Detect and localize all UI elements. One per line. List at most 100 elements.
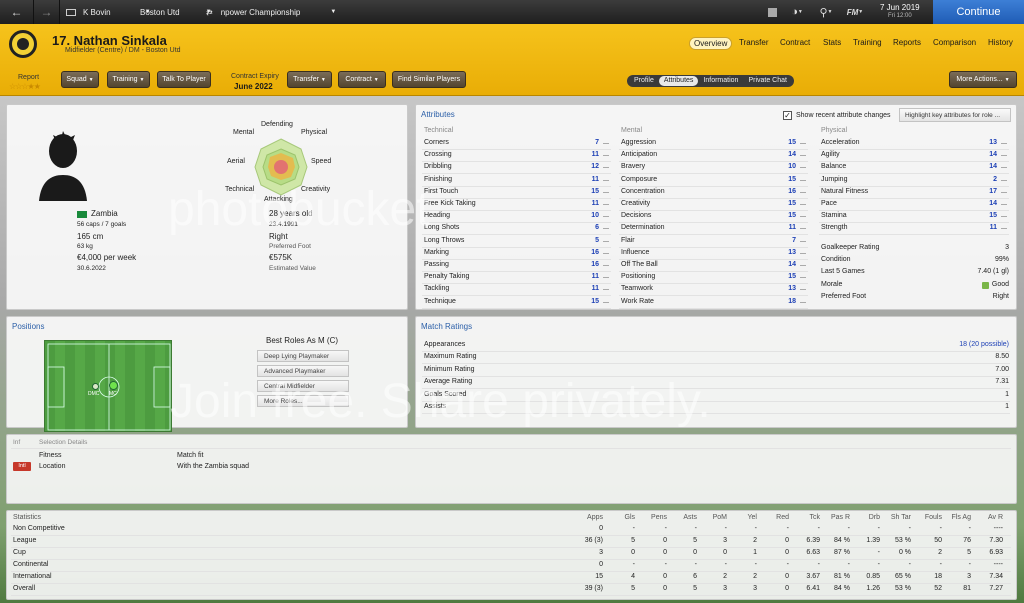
attribute-value: 11 (591, 273, 599, 281)
attribute-name: Penalty Taking (424, 273, 470, 281)
subtab-attributes[interactable]: Attributes (658, 76, 699, 86)
rating-divider (422, 413, 1010, 414)
statistics-panel: Statistics Apps Gls Pens Asts PoM Yel Red Tck Pa… (6, 510, 1017, 600)
tab-selection-details[interactable]: Selection Details (39, 439, 87, 446)
game-date: 7 Jun 2019 (880, 3, 920, 12)
international-badge: Intl (13, 462, 31, 471)
attribute-divider (619, 185, 808, 187)
attribute-divider (619, 307, 808, 309)
extra-stat-value: 99% (994, 256, 1009, 264)
date-of-birth: 23.4.1991 (269, 221, 298, 228)
stats-row-name: Non Competitive (13, 525, 65, 532)
inbox-icon[interactable] (765, 0, 779, 24)
attribute-name: Work Rate (621, 297, 654, 305)
attribute-trend-icon (603, 265, 609, 266)
forward-button[interactable]: → (34, 0, 60, 24)
chevron-down-icon: ▼ (320, 76, 326, 83)
tab-training[interactable]: Training (853, 38, 882, 47)
fm-menu-button[interactable]: FM ▼ (842, 0, 868, 24)
subtab-information[interactable]: Information (698, 76, 743, 86)
attribute-divider (819, 210, 1009, 211)
preferred-foot: Right (269, 232, 288, 241)
transfer-button[interactable]: Transfer ▼ (287, 71, 332, 88)
attribute-value: 13 (788, 285, 796, 293)
training-button[interactable]: Training ▼ (107, 71, 150, 88)
subtab-private-chat[interactable]: Private Chat (743, 76, 792, 86)
attribute-name: Teamwork (621, 285, 653, 293)
globe-icon[interactable]: ◑ ▼ (785, 0, 809, 24)
player-header: 17. Nathan Sinkala Midfielder (Centre) /… (0, 24, 1024, 96)
estimated-value: €575K (269, 253, 293, 262)
stats-column-header[interactable]: Av R (963, 514, 1003, 521)
attribute-name: Long Shots (424, 224, 460, 232)
tab-history[interactable]: History (988, 38, 1013, 47)
find-similar-players-button[interactable]: Find Similar Players (392, 71, 466, 88)
club-select[interactable]: Boston Utd ▼ (140, 0, 212, 24)
tab-info[interactable]: Inf (13, 439, 20, 446)
stats-row-divider (11, 571, 1011, 572)
tab-reports[interactable]: Reports (893, 38, 921, 47)
chevron-down-icon: ▼ (139, 76, 145, 83)
more-actions-button[interactable]: More Actions... ▼ (949, 71, 1017, 88)
stats-row-divider (11, 559, 1011, 560)
talk-to-player-button[interactable]: Talk To Player (157, 71, 211, 88)
checkbox-icon[interactable]: ✓ (783, 111, 792, 120)
role-advanced-playmaker[interactable]: Advanced Playmaker (257, 365, 349, 377)
attribute-name: Strength (821, 224, 848, 232)
manager-select[interactable]: K Bovin ▼ (66, 0, 151, 24)
tab-stats[interactable]: Stats (823, 38, 841, 47)
attribute-divider (422, 210, 611, 211)
back-button[interactable]: ← (0, 0, 34, 24)
attribute-name: Natural Fitness (821, 187, 869, 195)
tab-comparison[interactable]: Comparison (933, 38, 976, 47)
rating-name: Assists (424, 403, 447, 410)
tab-contract[interactable]: Contract (780, 38, 810, 47)
extra-stat-value: 3 (1005, 244, 1009, 251)
attribute-trend-icon (1001, 167, 1007, 169)
role-central-midfielder[interactable]: Central Midfielder (257, 380, 349, 392)
attribute-value: 18 (788, 297, 796, 305)
fitness-label: Fitness (39, 452, 62, 459)
forward-arrow-icon: → (40, 5, 53, 19)
attribute-value: 15 (788, 200, 796, 207)
attribute-trend-icon (800, 301, 806, 303)
tab-overview[interactable]: Overview (689, 37, 733, 50)
attribute-trend-icon (800, 228, 806, 230)
attribute-divider (422, 258, 611, 260)
international-caps: 56 caps / 7 goals (77, 221, 127, 228)
attribute-divider (619, 197, 808, 199)
show-changes-label[interactable]: Show recent attribute changes (796, 112, 891, 119)
attribute-trend-icon (603, 289, 609, 291)
contract-button[interactable]: Contract ▼ (338, 71, 386, 88)
rating-divider (422, 351, 1010, 352)
more-roles-button[interactable]: More Roles... (257, 395, 349, 407)
continue-button[interactable]: Continue (933, 0, 1024, 24)
attribute-trend-icon (603, 155, 609, 157)
zambia-flag-icon (77, 211, 87, 218)
attribute-divider (422, 246, 611, 248)
rating-value[interactable]: 18 (20 possible) (896, 341, 1009, 348)
stats-cell: 6.93 (989, 549, 1003, 556)
top-bar: ← → K Bovin ▼ Boston Utd ▼ ⇄ npower Cham… (0, 0, 1024, 24)
attribute-divider (422, 295, 611, 297)
attribute-divider (422, 161, 611, 163)
attribute-trend-icon (603, 179, 609, 181)
search-icon[interactable]: ⚲ ▼ (814, 0, 838, 24)
nationality[interactable]: Zambia (91, 209, 118, 218)
role-deep-lying-playmaker[interactable]: Deep Lying Playmaker (257, 350, 349, 362)
subtab-profile[interactable]: Profile (629, 76, 659, 86)
attribute-name: Creativity (621, 200, 651, 207)
league-select[interactable]: ⇄ npower Championship ▼ (206, 0, 336, 24)
attribute-trend-icon (800, 252, 806, 254)
attribute-trend-icon (800, 216, 806, 218)
highlight-role-select[interactable]: Highlight key attributes for role ... (899, 108, 1011, 122)
position-label-dmc: DMC (88, 391, 100, 397)
attribute-value: 11 (788, 224, 796, 232)
squad-button[interactable]: Squad ▼ (61, 71, 99, 88)
attribute-value: 11 (989, 224, 997, 232)
attribute-divider (619, 222, 808, 224)
tab-transfer[interactable]: Transfer (739, 38, 769, 47)
attribute-value: 14 (989, 163, 997, 171)
attribute-trend-icon (800, 265, 806, 266)
report-stars-icon[interactable]: ☆☆☆★★ (9, 82, 41, 91)
